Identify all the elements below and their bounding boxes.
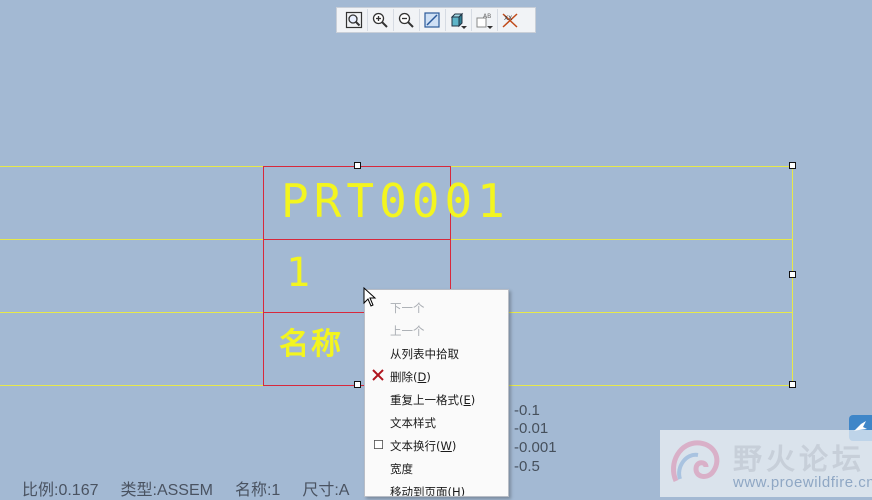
menu-item-label: 重复上一格式(E) — [390, 393, 476, 407]
tolerance-value: -0.01 — [514, 420, 549, 437]
menu-item-label: 上一个 — [390, 324, 425, 338]
menu-item-move-to-page[interactable]: 移动到页面(H) — [365, 479, 508, 497]
status-scale: 比例:0.167 — [22, 482, 99, 499]
menu-item-previous[interactable]: 上一个 — [365, 318, 508, 341]
cell-part-name[interactable]: PRT0001 — [281, 178, 510, 224]
tolerance-value: -0.1 — [514, 402, 540, 419]
menu-item-text-wrap[interactable]: 文本换行(W) — [365, 433, 508, 456]
menu-item-text-style[interactable]: 文本样式 — [365, 410, 508, 433]
forum-logo-icon — [671, 440, 720, 483]
menu-item-label: 宽度 — [390, 462, 413, 476]
status-bar: 比例:0.167 类型:ASSEM 名称:1 尺寸:A — [22, 476, 349, 500]
watermark-title: 野火论坛 — [733, 442, 866, 476]
selection-handle[interactable] — [354, 381, 361, 388]
status-size: 尺寸:A — [302, 482, 350, 499]
menu-item-repeat-last-format[interactable]: 重复上一格式(E) — [365, 387, 508, 410]
tolerance-value: -0.001 — [514, 439, 557, 456]
context-menu: 下一个 上一个 从列表中拾取 删除(D) 重复上一格式(E) 文本样式 文本换行… — [364, 289, 509, 497]
selection-handle[interactable] — [789, 271, 796, 278]
delete-x-icon — [372, 369, 384, 381]
mouse-cursor-icon — [363, 287, 377, 307]
watermark-url: www.proewildfire.cn — [733, 474, 872, 491]
watermark: 野火论坛 www.proewildfire.cn — [660, 430, 872, 497]
menu-item-label: 文本样式 — [390, 416, 436, 430]
menu-item-delete[interactable]: 删除(D) — [365, 364, 508, 387]
selection-handle[interactable] — [789, 381, 796, 388]
tolerance-value: -0.5 — [514, 458, 540, 475]
menu-item-next[interactable]: 下一个 — [365, 295, 508, 318]
menu-item-label: 文本换行(W) — [390, 439, 457, 453]
cell-quantity[interactable]: 1 — [286, 253, 310, 293]
cell-name-label[interactable]: 名称 — [279, 330, 343, 360]
menu-item-label: 从列表中拾取 — [390, 347, 459, 361]
menu-item-width[interactable]: 宽度 — [365, 456, 508, 479]
selection-handle[interactable] — [789, 162, 796, 169]
checkbox-icon — [374, 440, 383, 449]
menu-item-label: 下一个 — [390, 301, 425, 315]
menu-item-pick-from-list[interactable]: 从列表中拾取 — [365, 341, 508, 364]
status-name: 名称:1 — [234, 482, 281, 499]
status-type: 类型:ASSEM — [120, 482, 213, 499]
menu-item-label: 移动到页面(H) — [390, 485, 466, 497]
menu-item-label: 删除(D) — [390, 370, 431, 384]
selection-handle[interactable] — [354, 162, 361, 169]
